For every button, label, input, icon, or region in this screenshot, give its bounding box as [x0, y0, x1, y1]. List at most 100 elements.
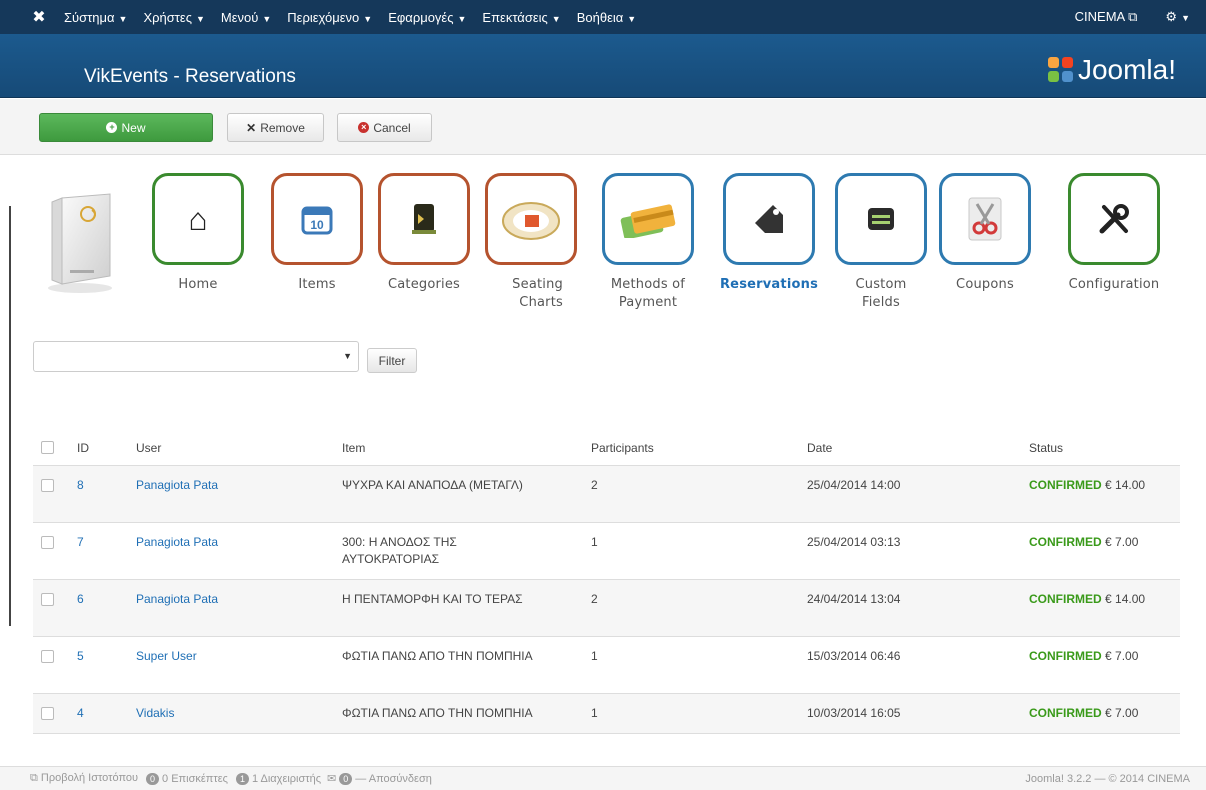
row-user-link[interactable]: Vidakis [136, 705, 174, 722]
house-icon: ⌂ [188, 200, 208, 237]
plus-icon: + [106, 122, 118, 133]
joomla-logo-icon[interactable]: ✖ [28, 7, 50, 27]
caret-down-icon: ▼ [118, 13, 128, 24]
remove-button[interactable]: ✕ Remove [227, 113, 324, 142]
row-participants: 2 [591, 592, 598, 606]
nav-home-label: Home [178, 277, 218, 292]
new-button[interactable]: + New [39, 113, 213, 142]
row-amount: € 7.00 [1105, 706, 1139, 720]
row-checkbox[interactable] [41, 536, 54, 549]
menu-content[interactable]: Περιεχόμενο ▼ [287, 10, 372, 25]
row-item: ΦΩΤΙΑ ΠΑΝΩ ΑΠΟ ΤΗΝ ΠΟΜΠΗΙΑ [342, 706, 533, 720]
status-confirmed: CONFIRMED [1029, 706, 1102, 720]
nav-home-tile: ⌂ [152, 173, 244, 265]
nav-coupons[interactable]: Coupons [939, 173, 1031, 294]
row-status: CONFIRMED € 14.00 [1029, 591, 1179, 608]
row-user-link[interactable]: Panagiota Pata [136, 534, 218, 551]
remove-label: Remove [260, 120, 305, 135]
nav-items-label: Items [298, 277, 336, 292]
header-participants[interactable]: Participants [591, 441, 654, 455]
header-id[interactable]: ID [77, 441, 89, 455]
row-item: ΨΥΧΡΑ ΚΑΙ ΑΝΑΠΟΔΑ (ΜΕΤΑΓΛ) [342, 478, 523, 492]
row-status: CONFIRMED € 7.00 [1029, 648, 1179, 665]
row-checkbox[interactable] [41, 593, 54, 606]
status-confirmed: CONFIRMED [1029, 478, 1102, 492]
gear-icon: ⚙ [1165, 9, 1178, 24]
filter-select[interactable]: ▼ [33, 341, 359, 372]
row-id-link[interactable]: 6 [77, 591, 84, 608]
page-header: VikEvents - Reservations Joomla! [0, 34, 1206, 98]
preview-site-link[interactable]: ⧉ Προβολή Ιστοτόπου [30, 772, 138, 785]
footer-left: ⧉ Προβολή Ιστοτόπου 0 0 Επισκέπτες 1 1 Δ… [30, 772, 432, 785]
select-all-checkbox[interactable] [41, 441, 54, 454]
scissors-coupon-icon [968, 197, 1002, 241]
joomla-brand-text: Joomla! [1077, 54, 1176, 85]
nav-custom-fields-label: Custom Fields [855, 277, 907, 310]
row-checkbox[interactable] [41, 479, 54, 492]
nav-seating-charts-tile [485, 173, 577, 265]
row-date: 24/04/2014 13:04 [807, 592, 901, 606]
nav-categories[interactable]: Categories [377, 173, 471, 294]
menu-label: Μενού [220, 9, 259, 25]
row-user-link[interactable]: Panagiota Pata [136, 591, 218, 608]
calendar-icon: 10 [301, 206, 333, 235]
row-id-link[interactable]: 5 [77, 648, 84, 665]
joomla-brand: Joomla! [1047, 54, 1176, 86]
row-id-link[interactable]: 8 [77, 477, 84, 494]
sidebar-divider [9, 206, 11, 626]
menu-label: Επεκτάσεις [482, 9, 548, 25]
nav-methods-of-payment-tile [602, 173, 694, 265]
site-link[interactable]: CINEMA ⧉ [1075, 9, 1138, 25]
caret-down-icon: ▼ [1181, 13, 1190, 23]
row-item: 300: Η ΑΝΟΔΟΣ ΤΗΣ ΑΥΤΟΚΡΑΤΟΡΙΑΣ [342, 535, 457, 566]
menu-help[interactable]: Βοήθεια ▼ [577, 10, 636, 25]
reservations-table: ID User Item Participants Date Status 8 … [33, 428, 1180, 734]
row-checkbox[interactable] [41, 707, 54, 720]
menu-components[interactable]: Εφαρμογές ▼ [388, 10, 466, 25]
site-name: CINEMA [1074, 9, 1125, 24]
header-user[interactable]: User [136, 441, 161, 455]
nav-methods-of-payment[interactable]: Methods of Payment [601, 173, 695, 312]
caret-down-icon: ▼ [627, 13, 637, 24]
nav-home[interactable]: ⌂ Home [152, 173, 244, 294]
nav-categories-label: Categories [387, 277, 461, 292]
nav-configuration[interactable]: Configuration [1055, 173, 1173, 294]
row-checkbox[interactable] [41, 650, 54, 663]
row-user-link[interactable]: Panagiota Pata [136, 477, 218, 494]
nav-seating-charts[interactable]: Seating Charts [485, 173, 577, 312]
table-row: 4 Vidakis ΦΩΤΙΑ ΠΑΝΩ ΑΠΟ ΤΗΝ ΠΟΜΠΗΙΑ 1 1… [33, 694, 1180, 734]
menu-extensions[interactable]: Επεκτάσεις ▼ [482, 10, 560, 25]
menu-system[interactable]: Σύστημα ▼ [64, 10, 127, 25]
x-icon: ✕ [246, 120, 257, 135]
status-confirmed: CONFIRMED [1029, 535, 1102, 549]
row-id-link[interactable]: 4 [77, 705, 84, 722]
logout-link[interactable]: — Αποσύνδεση [355, 773, 432, 785]
status-confirmed: CONFIRMED [1029, 592, 1102, 606]
header-date[interactable]: Date [807, 441, 832, 455]
nav-seating-charts-label: Seating Charts [512, 277, 563, 310]
nav-reservations[interactable]: Reservations [710, 173, 828, 294]
external-link-icon: ⧉ [30, 772, 38, 784]
row-participants: 1 [591, 535, 598, 549]
header-item[interactable]: Item [342, 441, 552, 455]
caret-down-icon: ▼ [363, 13, 373, 24]
filter-button[interactable]: Filter [367, 348, 417, 373]
nav-items[interactable]: 10 Items [271, 173, 363, 294]
row-id-link[interactable]: 7 [77, 534, 84, 551]
row-status: CONFIRMED € 14.00 [1029, 477, 1179, 494]
nav-custom-fields[interactable]: Custom Fields [835, 173, 927, 312]
cancel-button[interactable]: × Cancel [337, 113, 432, 142]
menu-users[interactable]: Χρήστες ▼ [143, 10, 204, 25]
menu-label: Περιεχόμενο [287, 9, 360, 25]
svg-text:10: 10 [310, 218, 324, 232]
menu-label: Βοήθεια [576, 9, 624, 25]
row-user-link[interactable]: Super User [136, 648, 197, 665]
select-arrow-icon: ▼ [343, 351, 352, 361]
menu-menus[interactable]: Μενού ▼ [221, 10, 271, 25]
header-status[interactable]: Status [1029, 441, 1179, 455]
table-row: 8 Panagiota Pata ΨΥΧΡΑ ΚΑΙ ΑΝΑΠΟΔΑ (ΜΕΤΑ… [33, 466, 1180, 523]
envelope-icon: ✉ [327, 773, 337, 785]
visitors-badge: 0 [146, 772, 160, 785]
user-gear-menu[interactable]: ⚙ ▼ [1165, 9, 1190, 25]
messages-badge[interactable]: 0 [339, 772, 353, 785]
